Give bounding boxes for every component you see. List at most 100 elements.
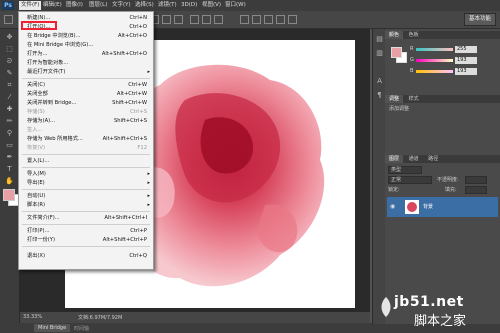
submenu-arrow-icon: ▸ [147, 180, 150, 186]
menu-item-automate[interactable]: 自动(U) ▸ [19, 192, 153, 200]
paragraph-panel-icon[interactable]: ¶ [374, 91, 385, 100]
menu-3d[interactable]: 3D(D) [181, 1, 197, 10]
b-value[interactable]: 193 [455, 68, 477, 75]
pen-tool-icon[interactable]: ✒ [4, 153, 15, 162]
character-panel-icon[interactable]: A [374, 77, 385, 86]
g-value[interactable]: 193 [455, 57, 477, 64]
file-menu-dropdown: 新建(N)... Ctrl+N 打开(O)... Ctrl+O 在 Bridge 中… [18, 11, 154, 270]
eraser-tool-icon[interactable]: ▭ [4, 141, 15, 150]
menu-item-export[interactable]: 导出(E) ▸ [19, 179, 153, 187]
workspace-switcher[interactable]: 基本功能 [463, 13, 496, 26]
g-slider[interactable] [416, 59, 453, 62]
timeline-tab[interactable]: 时间轴 [74, 325, 89, 332]
type-tool-icon[interactable]: T [4, 165, 15, 174]
menu-item-place[interactable]: 置入(L)... [19, 157, 153, 165]
quick-select-tool-icon[interactable]: ✎ [4, 69, 15, 78]
menu-file[interactable]: 文件(F) [19, 1, 42, 10]
marquee-tool-icon[interactable]: ⬚ [4, 45, 15, 54]
lasso-tool-icon[interactable]: ᘐ [4, 57, 15, 66]
blend-mode-select[interactable]: 正常 [388, 176, 432, 184]
menu-item-close-all[interactable]: 关闭全部 Alt+Ctrl+W [19, 90, 153, 98]
menu-image[interactable]: 图像(I) [66, 1, 83, 10]
menu-item-print-one-copy[interactable]: 打印一份(Y) Alt+Shift+Ctrl+P [19, 236, 153, 244]
tab-styles[interactable]: 样式 [405, 95, 423, 103]
layer-thumbnail [405, 200, 419, 214]
fill-input[interactable] [465, 186, 487, 194]
crop-tool-icon[interactable]: ⌗ [4, 81, 15, 90]
adjust-panel-header: 调整 样式 [385, 95, 500, 103]
3d-rotate-icon[interactable] [240, 15, 249, 24]
zoom-level[interactable]: 33.33% [23, 314, 42, 320]
menu-window[interactable]: 窗口(W) [225, 1, 246, 10]
history-panel-icon[interactable]: ▤ [374, 35, 385, 44]
eye-icon[interactable]: ◉ [390, 203, 397, 210]
menu-item-close-go-bridge[interactable]: 关闭并转到 Bridge... Shift+Ctrl+W [19, 99, 153, 107]
b-slider[interactable] [416, 70, 453, 73]
tab-paths[interactable]: 路径 [424, 155, 442, 163]
hand-tool-icon[interactable]: ✋ [4, 177, 15, 186]
layer-kind-filter[interactable]: 类型 [388, 166, 422, 174]
tab-adjustments[interactable]: 调整 [385, 95, 404, 103]
menu-item-browse-bridge[interactable]: 在 Bridge 中浏览(B)... Alt+Ctrl+O [19, 32, 153, 40]
align-right-icon[interactable] [174, 15, 183, 24]
menu-item-exit[interactable]: 退出(X) Ctrl+Q [19, 252, 153, 260]
opacity-input[interactable] [465, 176, 487, 184]
menu-item-check-in[interactable]: 签入... [19, 126, 153, 134]
menu-layer[interactable]: 图层(L) [89, 1, 107, 10]
watermark-name: 脚本之家 [414, 314, 467, 329]
eyedropper-tool-icon[interactable]: ⁄ [4, 93, 15, 102]
menu-item-print[interactable]: 打印(P)... Ctrl+P [19, 227, 153, 235]
tab-layers[interactable]: 图层 [385, 155, 404, 163]
distribute-bottom-icon[interactable] [214, 15, 223, 24]
foreground-color-swatch[interactable] [391, 47, 402, 58]
menu-item-close[interactable]: 关闭(C) Ctrl+W [19, 81, 153, 89]
menu-item-save-for-web[interactable]: 存储为 Web 所用格式... Alt+Shift+Ctrl+S [19, 135, 153, 143]
3d-scale-icon[interactable] [288, 15, 297, 24]
properties-panel-icon[interactable]: ▥ [374, 49, 385, 58]
layer-row[interactable]: ◉ 背景 [387, 197, 498, 217]
menu-view[interactable]: 视图(V) [202, 1, 221, 10]
menu-select[interactable]: 选择(S) [135, 1, 154, 10]
healing-tool-icon[interactable]: ✚ [4, 105, 15, 114]
brush-tool-icon[interactable]: ✏ [4, 117, 15, 126]
menu-bar: Ps 文件(F) 编辑(E) 图像(I) 图层(L) 文字(Y) 选择(S) 滤… [0, 0, 500, 11]
menu-item-file-info[interactable]: 文件简介(F)... Alt+Shift+Ctrl+I [19, 214, 153, 222]
move-tool-icon[interactable] [4, 15, 13, 24]
menu-item-open-smart-object[interactable]: 打开为智能对象... [19, 59, 153, 67]
align-center-icon[interactable] [162, 15, 171, 24]
menu-item-revert[interactable]: 恢复(V) F12 [19, 144, 153, 152]
distribute-top-icon[interactable] [190, 15, 199, 24]
menu-item-browse-mini-bridge[interactable]: 在 Mini Bridge 中浏览(G)... [19, 41, 153, 49]
distribute-middle-icon[interactable] [202, 15, 211, 24]
menu-item-import[interactable]: 导入(M) ▸ [19, 170, 153, 178]
menu-item-save[interactable]: 存储(S) Ctrl+S [19, 108, 153, 116]
watermark-domain: jb51.net [394, 294, 464, 310]
menu-divider [22, 167, 150, 168]
r-label: R [410, 46, 414, 52]
menu-filter[interactable]: 滤镜(T) [158, 1, 177, 10]
3d-roll-icon[interactable] [252, 15, 261, 24]
menu-item-open-as[interactable]: 打开为... Alt+Shift+Ctrl+O [19, 50, 153, 58]
menu-divider [22, 211, 150, 212]
menu-divider [22, 224, 150, 225]
color-swatches[interactable] [391, 47, 407, 63]
r-value[interactable]: 255 [455, 46, 477, 53]
menu-type[interactable]: 文字(Y) [112, 1, 131, 10]
menu-item-scripts[interactable]: 脚本(R) ▸ [19, 201, 153, 209]
clone-stamp-tool-icon[interactable]: ⚲ [4, 129, 15, 138]
r-slider[interactable] [416, 48, 453, 51]
menu-item-save-as[interactable]: 存储为(A)... Shift+Ctrl+S [19, 117, 153, 125]
tab-color[interactable]: 颜色 [385, 31, 404, 39]
tab-swatches[interactable]: 色板 [405, 31, 423, 39]
menu-edit[interactable]: 编辑(E) [43, 1, 62, 10]
3d-slide-icon[interactable] [276, 15, 285, 24]
menu-item-recent-files[interactable]: 最近打开文件(T) ▸ [19, 68, 153, 76]
layer-name[interactable]: 背景 [423, 203, 433, 210]
mini-bridge-tab[interactable]: Mini Bridge [34, 324, 71, 332]
foreground-color-swatch[interactable] [3, 189, 15, 201]
3d-pan-icon[interactable] [264, 15, 273, 24]
toolbox: ✥ ⬚ ᘐ ✎ ⌗ ⁄ ✚ ✏ ⚲ ▭ ✒ T ✋ [0, 29, 20, 324]
move-tool-icon[interactable]: ✥ [4, 33, 15, 42]
menu-divider [22, 189, 150, 190]
tab-channels[interactable]: 通道 [405, 155, 423, 163]
